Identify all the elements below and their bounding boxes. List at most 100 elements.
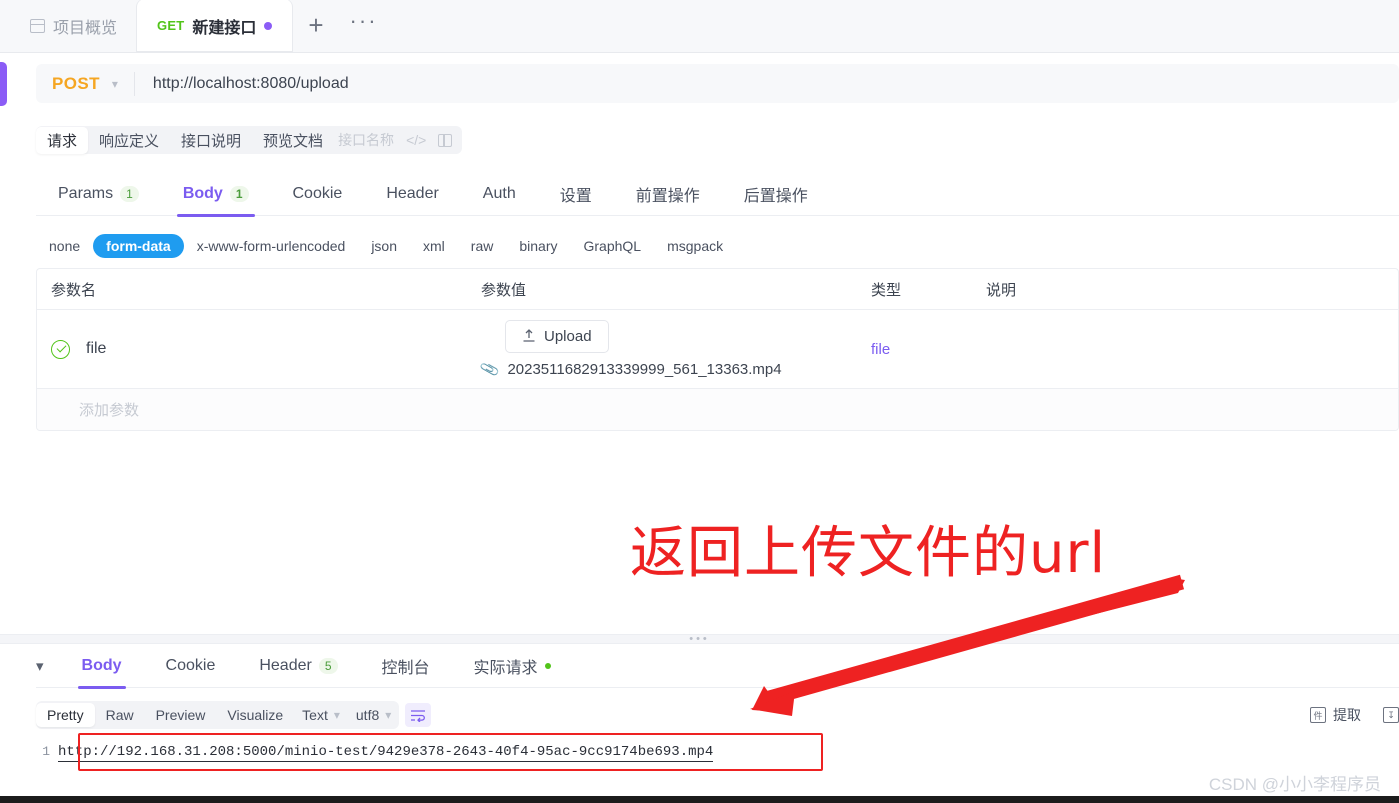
body-type-msgpack[interactable]: msgpack (654, 234, 736, 258)
body-type-none[interactable]: none (36, 234, 93, 258)
paperclip-icon: 📎 (478, 358, 501, 380)
response-tabs: ▾ Body Cookie Header 5 控制台 实际请求 (36, 645, 1399, 689)
tab-label: 前置操作 (635, 187, 700, 205)
watermark: CSDN @小小李程序员 (1208, 775, 1381, 794)
response-tab-cookie[interactable]: Cookie (144, 645, 238, 688)
body-type-selector: none form-data x-www-form-urlencoded jso… (36, 226, 736, 266)
sidebar-collapse-handle[interactable] (0, 62, 7, 106)
format-tab-raw[interactable]: Raw (95, 703, 145, 727)
column-header-name: 参数名 (51, 281, 97, 299)
url-bar: POST ▾ http://localhost:8080/upload (36, 64, 1399, 103)
response-tab-console[interactable]: 控制台 (360, 645, 452, 688)
response-tab-body[interactable]: Body (60, 645, 144, 689)
tab-label: 实际请求 (473, 660, 538, 677)
body-type-graphql[interactable]: GraphQL (570, 234, 654, 258)
format-tab-pretty[interactable]: Pretty (36, 703, 95, 727)
interface-name-placeholder[interactable]: 接口名称 (338, 130, 394, 150)
tab-more-button[interactable]: ··· (340, 10, 388, 32)
body-type-binary[interactable]: binary (506, 234, 570, 258)
format-tab-preview[interactable]: Preview (145, 703, 217, 727)
chevron-down-icon[interactable]: ▾ (36, 657, 60, 675)
download-icon[interactable]: ↧ (1383, 707, 1399, 723)
status-dot-icon (544, 663, 551, 669)
add-param-row[interactable]: 添加参数 (37, 389, 1398, 430)
response-tab-actual-request[interactable]: 实际请求 (452, 645, 573, 688)
column-header-desc: 说明 (986, 281, 1017, 299)
encoding-select[interactable]: utf8 ▾ (348, 703, 399, 727)
format-tab-group: Pretty Raw Preview Visualize Text ▾ utf8… (36, 701, 400, 729)
tab-label: Body (81, 657, 122, 674)
tab-params[interactable]: Params 1 (36, 172, 161, 216)
response-tab-header[interactable]: Header 5 (237, 645, 359, 688)
tab-label: 设置 (559, 187, 592, 205)
body-type-urlencoded[interactable]: x-www-form-urlencoded (184, 234, 359, 258)
method-label: POST (52, 73, 100, 93)
extract-label: 提取 (1333, 707, 1361, 723)
tab-count-badge: 5 (318, 658, 338, 674)
body-type-raw[interactable]: raw (458, 234, 507, 258)
tab-label: 后置操作 (743, 187, 808, 205)
chevron-down-icon: ▾ (333, 708, 340, 722)
body-type-form-data[interactable]: form-data (93, 234, 184, 258)
tab-strip: 项目概览 GET 新建接口 + ··· (0, 0, 1399, 53)
new-tab-button[interactable]: + (292, 12, 339, 38)
body-type-xml[interactable]: xml (410, 234, 458, 258)
unsaved-dot-icon (264, 21, 273, 30)
upload-button[interactable]: Upload (505, 320, 609, 353)
tab-count-badge: 1 (120, 185, 139, 202)
chevron-down-icon: ▾ (111, 76, 118, 91)
tab-body[interactable]: Body 1 (161, 172, 271, 217)
wrap-lines-icon[interactable] (405, 703, 432, 727)
extract-button[interactable]: 件 提取 (1310, 705, 1361, 725)
tab-label: 项目概览 (53, 19, 118, 37)
tab-label: Params (58, 184, 114, 202)
subtab-interface-desc[interactable]: 接口说明 (170, 127, 252, 154)
uploaded-file: 📎 2023511682913339999_561_13363.mp4 (478, 358, 782, 380)
tab-label: 控制台 (381, 660, 430, 677)
subtab-response-def[interactable]: 响应定义 (88, 127, 170, 154)
http-method-select[interactable]: POST ▾ (36, 64, 134, 103)
panel-splitter[interactable]: ••• (0, 633, 1399, 645)
url-input[interactable]: http://localhost:8080/upload (135, 75, 349, 93)
param-value-cell: Upload 📎 2023511682913339999_561_13363.m… (467, 310, 857, 388)
tab-label: Header (259, 657, 312, 674)
tab-settings[interactable]: 设置 (538, 172, 614, 216)
table-row: file Upload 📎 2023511682913339999_561_13… (37, 310, 1398, 389)
param-desc-input[interactable] (972, 310, 1398, 388)
param-name-cell: file (37, 310, 467, 388)
code-icon[interactable]: </> (406, 132, 426, 148)
content-type-select[interactable]: Text ▾ (294, 703, 348, 727)
subtab-icons: 接口名称 </> (334, 130, 462, 150)
panel-toggle-icon[interactable] (438, 133, 453, 147)
subtab-preview-doc[interactable]: 预览文档 (252, 127, 334, 154)
subtab-request[interactable]: 请求 (36, 126, 89, 154)
line-number: 1 (42, 744, 50, 759)
format-tab-visualize[interactable]: Visualize (216, 703, 294, 727)
drag-handle-icon: ••• (689, 633, 710, 645)
content-type-label: Text (302, 707, 328, 723)
table-header-row: 参数名 参数值 类型 说明 (37, 269, 1398, 310)
extract-icon: 件 (1310, 707, 1326, 723)
tab-auth[interactable]: Auth (461, 172, 538, 216)
tab-pre-script[interactable]: 前置操作 (614, 172, 722, 216)
tab-count-badge: 1 (229, 185, 249, 202)
tab-post-script[interactable]: 后置操作 (722, 172, 830, 216)
param-type-select[interactable]: file (857, 310, 972, 388)
tab-label: Auth (482, 184, 516, 202)
tab-header[interactable]: Header (364, 172, 460, 216)
add-param-label: 添加参数 (79, 402, 140, 419)
param-name-input[interactable]: file (86, 340, 106, 358)
tab-project-overview[interactable]: 项目概览 (0, 0, 137, 52)
tab-new-interface[interactable]: GET 新建接口 (137, 0, 293, 52)
tab-method-label: GET (157, 18, 185, 33)
response-format-bar: Pretty Raw Preview Visualize Text ▾ utf8… (36, 700, 1399, 730)
format-bar-actions: 件 提取 ↧ (1310, 705, 1399, 725)
column-header-type: 类型 (871, 281, 902, 299)
param-enabled-checkbox[interactable] (51, 339, 70, 359)
annotation-text: 返回上传文件的url (630, 521, 1107, 586)
body-type-json[interactable]: json (358, 234, 410, 258)
tab-label: Cookie (165, 657, 216, 674)
uploaded-file-name: 2023511682913339999_561_13363.mp4 (507, 361, 782, 378)
request-subtabs: 请求 响应定义 接口说明 预览文档 接口名称 </> (36, 126, 463, 154)
tab-cookie[interactable]: Cookie (271, 172, 365, 216)
